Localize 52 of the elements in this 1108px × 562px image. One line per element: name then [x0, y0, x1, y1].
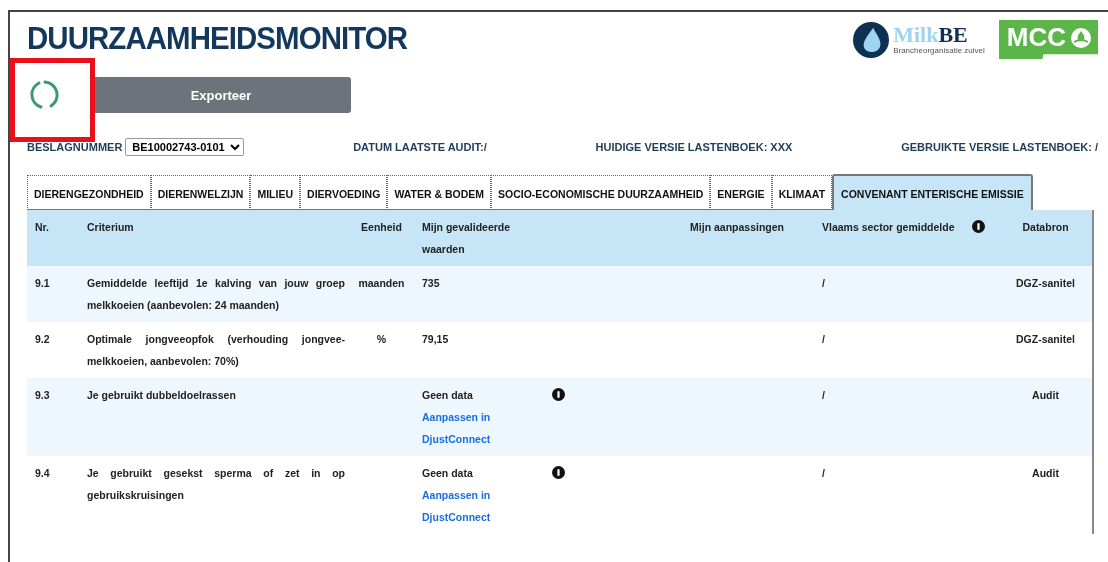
table-cell-text: / [821, 332, 826, 347]
table-cell-text: / [821, 388, 826, 403]
info-label: DATUM LAATSTE AUDIT:/ [353, 141, 487, 153]
brand-name: MilkBE [893, 24, 969, 46]
info-label: HUIDIGE VERSIE LASTENBOEK: XXX [595, 141, 793, 153]
adjust-link[interactable]: Aanpassen in DjustConnect [422, 406, 540, 450]
table-cell-text: % [375, 332, 388, 347]
column-header: Vlaams sector gemiddelde [821, 220, 956, 235]
brand-name: MCC [1006, 22, 1066, 53]
table-cell-text: 735 [422, 276, 440, 291]
info-icon [972, 220, 985, 233]
table-cell-text: 79,15 [422, 332, 449, 347]
table-cell-text: Audit [1031, 466, 1060, 481]
info-label: GEBRUIKTE VERSIE LASTENBOEK: / [901, 141, 1098, 153]
tab[interactable]: MILIEU [250, 175, 301, 210]
tab[interactable]: DIERVOEDING [300, 175, 388, 210]
table-cell-text: / [821, 276, 826, 291]
tab[interactable]: CONVENANT ENTERISCHE EMISSIE [832, 174, 1033, 210]
table-cell-text: maanden [357, 276, 406, 291]
adjust-link[interactable]: Aanpassen in DjustConnect [422, 484, 540, 528]
table-cell-text: Je gebruikt dubbeldoelrassen [86, 388, 237, 403]
table-cell-text: / [821, 466, 826, 481]
page-title: DUURZAAMHEIDSMONITOR [27, 20, 408, 57]
field-label: BESLAGNUMMER [27, 141, 123, 153]
tab[interactable]: KLIMAAT [771, 175, 833, 210]
column-header: Databron [1021, 220, 1070, 235]
column-header: Nr. [34, 220, 50, 235]
column-header: Mijn aanpassingen [689, 220, 785, 235]
brand-tagline: Brancheorganisatie zuivel [893, 46, 985, 55]
table-cell-text: 9.1 [34, 276, 51, 291]
table-cell-text: DGZ-sanitel [1015, 332, 1076, 347]
tab[interactable]: DIERENWELZIJN [150, 175, 251, 210]
drop-logo-icon [853, 21, 890, 58]
column-header: Eenheid [360, 220, 403, 235]
table-cell-text: DGZ-sanitel [1015, 276, 1076, 291]
farm-select[interactable]: BE10002743-0101 [125, 138, 245, 156]
table-cell-text: Gemiddelde leeftijd 1e kalving van jouw groep melkkoeien (aanbevolen: 24 maanden) [86, 276, 346, 313]
cow-drop-icon [1070, 26, 1092, 49]
table-cell-text: Optimale jongveeopfok (verhouding jongvee-melkkoeien, aanbevolen: 70%) [86, 332, 346, 369]
table-cell-text: 9.2 [34, 332, 51, 347]
table-cell-text: Geen data [422, 388, 473, 403]
table-cell-text: Geen data [422, 466, 473, 481]
table-cell-text: Audit [1031, 388, 1060, 403]
table-cell-text: 9.3 [34, 388, 51, 403]
tab[interactable]: WATER & BODEM [387, 175, 491, 210]
column-header: Mijn gevalideerde waarden [421, 220, 512, 257]
table-cell-text: Je gebruikt gesekst sperma of zet in op gebruikskruisingen [86, 466, 346, 503]
tab[interactable]: DIERENGEZONDHEID [27, 175, 151, 210]
tab[interactable]: ENERGIE [710, 175, 772, 210]
table-cell-text: 9.4 [34, 466, 51, 481]
column-header: Criterium [86, 220, 135, 235]
tab[interactable]: SOCIO-ECONOMISCHE DUURZAAMHEID [491, 175, 711, 210]
